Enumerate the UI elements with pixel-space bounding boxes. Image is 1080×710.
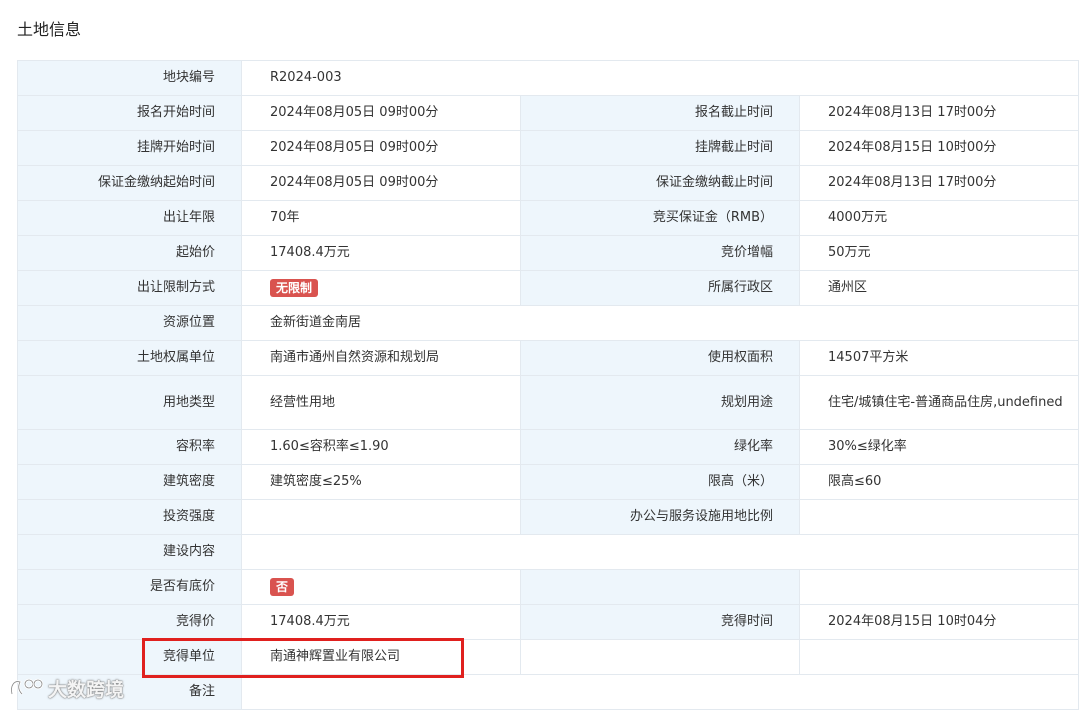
field-value: 30%≤绿化率 — [799, 429, 1079, 465]
field-value — [241, 534, 1079, 570]
field-value: 南通市通州自然资源和规划局 — [241, 340, 521, 376]
field-value: R2024-003 — [241, 60, 1079, 96]
field-value: 2024年08月05日 09时00分 — [241, 165, 521, 201]
table-row: 建筑密度 建筑密度≤25% 限高（米） 限高≤60 — [17, 464, 1079, 500]
field-value: 2024年08月15日 10时04分 — [799, 604, 1079, 640]
field-label: 土地权属单位 — [17, 340, 242, 376]
field-label: 容积率 — [17, 429, 242, 465]
table-row: 容积率 1.60≤容积率≤1.90 绿化率 30%≤绿化率 — [17, 429, 1079, 465]
field-value: 2024年08月05日 09时00分 — [241, 130, 521, 166]
field-label: 出让年限 — [17, 200, 242, 236]
field-label: 竞得时间 — [520, 604, 800, 640]
table-row: 出让年限 70年 竞买保证金（RMB） 4000万元 — [17, 200, 1079, 236]
field-label: 办公与服务设施用地比例 — [520, 499, 800, 535]
field-label: 建设内容 — [17, 534, 242, 570]
field-value: 17408.4万元 — [241, 604, 521, 640]
field-value: 2024年08月05日 09时00分 — [241, 95, 521, 131]
field-label: 起始价 — [17, 235, 242, 271]
field-value: 通州区 — [799, 270, 1079, 306]
table-row: 土地权属单位 南通市通州自然资源和规划局 使用权面积 14507平方米 — [17, 340, 1079, 376]
field-value: 70年 — [241, 200, 521, 236]
field-value: 2024年08月13日 17时00分 — [799, 95, 1079, 131]
table-row: 建设内容 — [17, 534, 1079, 570]
field-label: 挂牌截止时间 — [520, 130, 800, 166]
section-title: 土地信息 — [17, 20, 82, 39]
table-row: 是否有底价 否 — [17, 569, 1079, 605]
field-label: 报名开始时间 — [17, 95, 242, 131]
restriction-badge: 无限制 — [270, 278, 319, 297]
field-label: 限高（米） — [520, 464, 800, 500]
field-value: 住宅/城镇住宅-普通商品住房,undefined — [799, 375, 1079, 430]
field-value: 经营性用地 — [241, 375, 521, 430]
field-value: 限高≤60 — [799, 464, 1079, 500]
field-value-empty — [520, 639, 800, 675]
table-row: 挂牌开始时间 2024年08月05日 09时00分 挂牌截止时间 2024年08… — [17, 130, 1079, 166]
field-value: 50万元 — [799, 235, 1079, 271]
field-label: 竞买保证金（RMB） — [520, 200, 800, 236]
table-row: 起始价 17408.4万元 竞价增幅 50万元 — [17, 235, 1079, 271]
field-label: 是否有底价 — [17, 569, 242, 605]
land-info-table: 地块编号 R2024-003 报名开始时间 2024年08月05日 09时00分… — [17, 60, 1079, 710]
field-label: 保证金缴纳截止时间 — [520, 165, 800, 201]
field-label: 资源位置 — [17, 305, 242, 341]
field-label: 建筑密度 — [17, 464, 242, 500]
field-label: 投资强度 — [17, 499, 242, 535]
table-row: 报名开始时间 2024年08月05日 09时00分 报名截止时间 2024年08… — [17, 95, 1079, 131]
field-value — [241, 674, 1079, 710]
field-label: 绿化率 — [520, 429, 800, 465]
reserve-price-badge: 否 — [270, 577, 295, 596]
table-row: 地块编号 R2024-003 — [17, 60, 1079, 96]
field-value: 14507平方米 — [799, 340, 1079, 376]
field-label: 使用权面积 — [520, 340, 800, 376]
table-row: 竞得单位 南通神辉置业有限公司 — [17, 639, 1079, 675]
table-row: 备注 — [17, 674, 1079, 710]
table-row: 竞得价 17408.4万元 竞得时间 2024年08月15日 10时04分 — [17, 604, 1079, 640]
field-label: 报名截止时间 — [520, 95, 800, 131]
table-row: 出让限制方式 无限制 所属行政区 通州区 — [17, 270, 1079, 306]
field-value: 南通神辉置业有限公司 — [241, 639, 521, 675]
field-value — [241, 499, 521, 535]
table-row: 投资强度 办公与服务设施用地比例 — [17, 499, 1079, 535]
field-value: 4000万元 — [799, 200, 1079, 236]
field-value: 2024年08月13日 17时00分 — [799, 165, 1079, 201]
field-label: 备注 — [17, 674, 242, 710]
field-label: 保证金缴纳起始时间 — [17, 165, 242, 201]
field-value — [799, 499, 1079, 535]
field-value: 无限制 — [241, 270, 521, 306]
field-value: 金新街道金南居 — [241, 305, 1079, 341]
field-label: 竞得价 — [17, 604, 242, 640]
field-label: 挂牌开始时间 — [17, 130, 242, 166]
field-value: 1.60≤容积率≤1.90 — [241, 429, 521, 465]
field-value — [799, 569, 1079, 605]
field-label: 竞得单位 — [17, 639, 242, 675]
field-value: 建筑密度≤25% — [241, 464, 521, 500]
table-row: 用地类型 经营性用地 规划用途 住宅/城镇住宅-普通商品住房,undefined — [17, 375, 1079, 430]
table-row: 资源位置 金新街道金南居 — [17, 305, 1079, 341]
field-value: 2024年08月15日 10时00分 — [799, 130, 1079, 166]
field-label: 规划用途 — [520, 375, 800, 430]
table-row: 保证金缴纳起始时间 2024年08月05日 09时00分 保证金缴纳截止时间 2… — [17, 165, 1079, 201]
field-label: 用地类型 — [17, 375, 242, 430]
field-label: 竞价增幅 — [520, 235, 800, 271]
field-label-empty — [520, 569, 800, 605]
field-value-empty — [799, 639, 1079, 675]
field-value: 否 — [241, 569, 521, 605]
field-label: 所属行政区 — [520, 270, 800, 306]
field-value: 17408.4万元 — [241, 235, 521, 271]
field-label: 地块编号 — [17, 60, 242, 96]
field-label: 出让限制方式 — [17, 270, 242, 306]
